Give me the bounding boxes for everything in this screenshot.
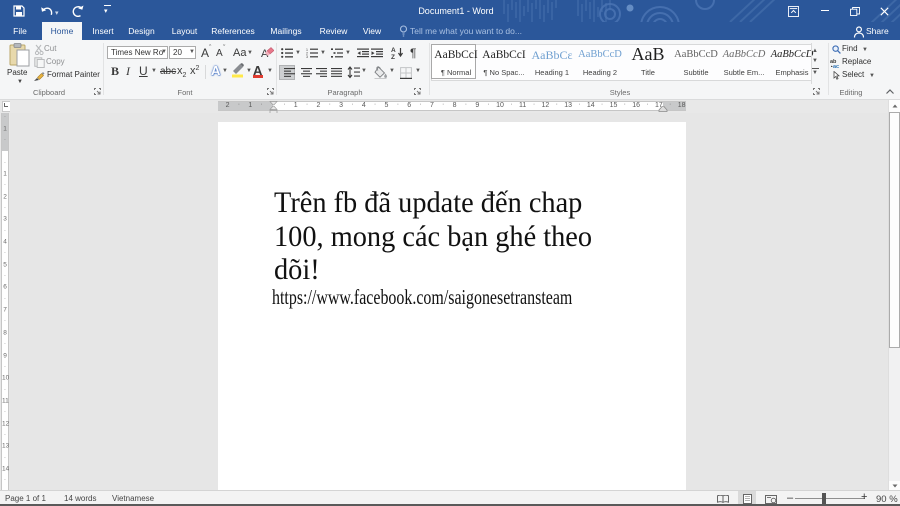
svg-text:ac: ac xyxy=(833,64,839,68)
svg-text:Z: Z xyxy=(391,54,395,59)
svg-text:3: 3 xyxy=(306,55,308,58)
svg-text:A: A xyxy=(391,47,396,54)
